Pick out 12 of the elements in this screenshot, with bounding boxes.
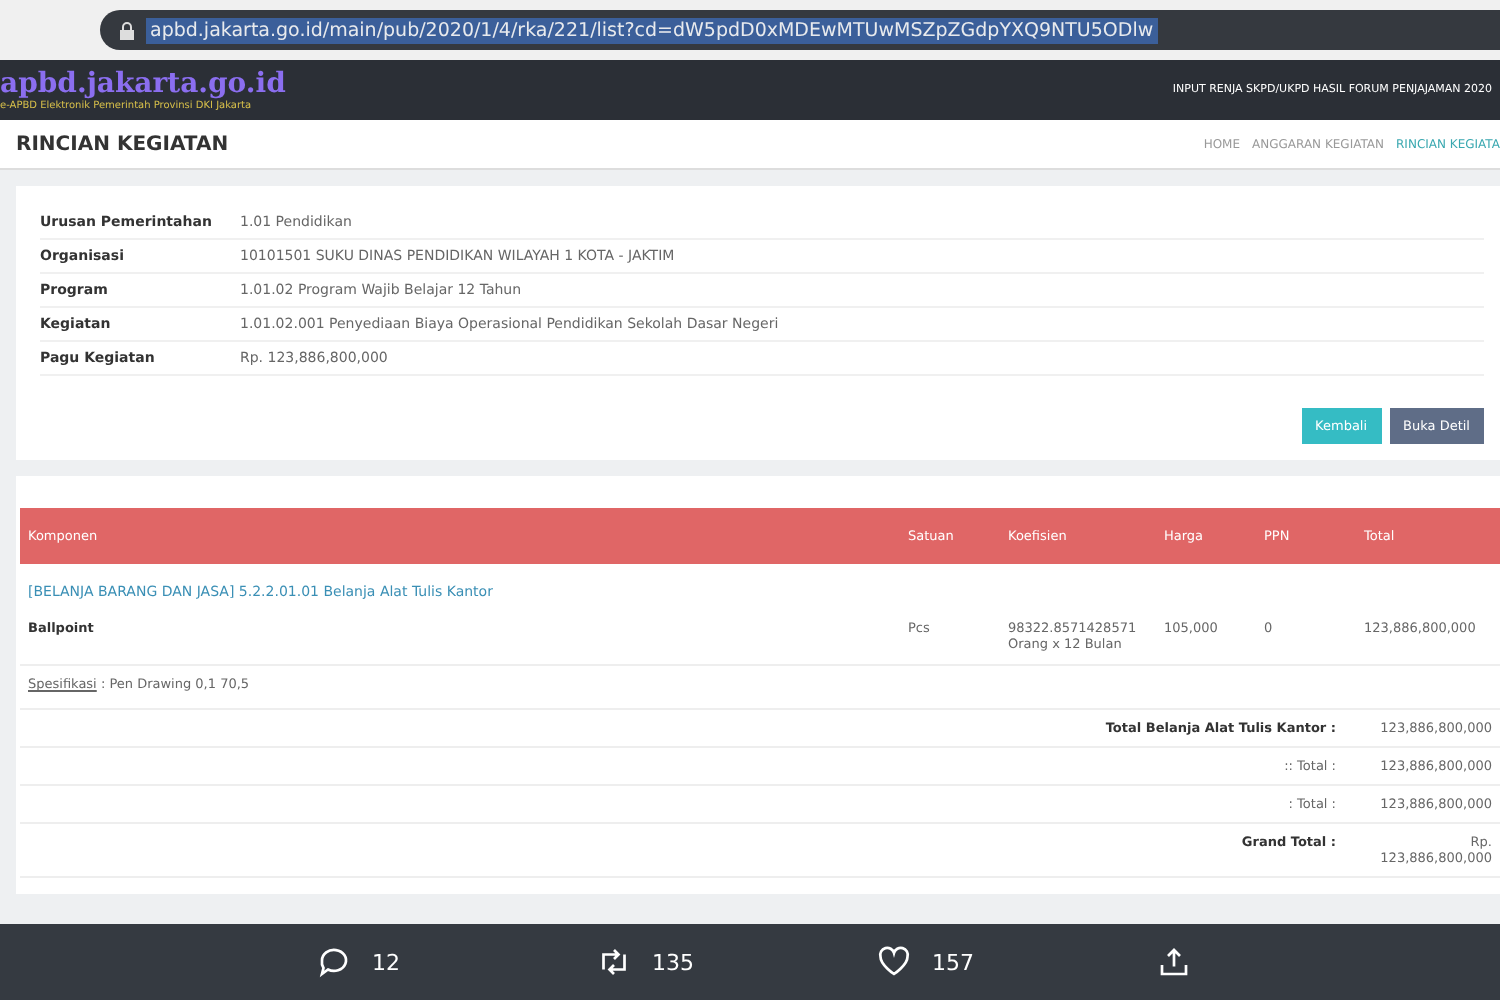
- speech-bubble-icon: [316, 944, 352, 980]
- address-bar[interactable]: apbd.jakarta.go.id/main/pub/2020/1/4/rka/221/list?cd=dW5pdD0xMDEwMTUwMSZpZGdpYXQ9NTU5ODlw: [100, 10, 1500, 50]
- retweet-button[interactable]: 135: [596, 944, 876, 980]
- site-logo[interactable]: apbd.jakarta.go.id: [0, 68, 286, 100]
- like-button[interactable]: 157: [876, 944, 1156, 980]
- reply-button[interactable]: 12: [316, 944, 596, 980]
- repost-arrows-icon: [596, 944, 632, 980]
- url-text: apbd.jakarta.go.id/main/pub/2020/1/4/rka/221/list?cd=dW5pdD0xMDEwMTUwMSZpZGdpYXQ9NTU5ODlw: [146, 17, 1158, 43]
- lock-icon: [120, 21, 134, 39]
- page-title: RINCIAN KEGIATAN: [16, 133, 229, 155]
- share-icon: [1156, 944, 1192, 980]
- heart-icon: [876, 944, 912, 980]
